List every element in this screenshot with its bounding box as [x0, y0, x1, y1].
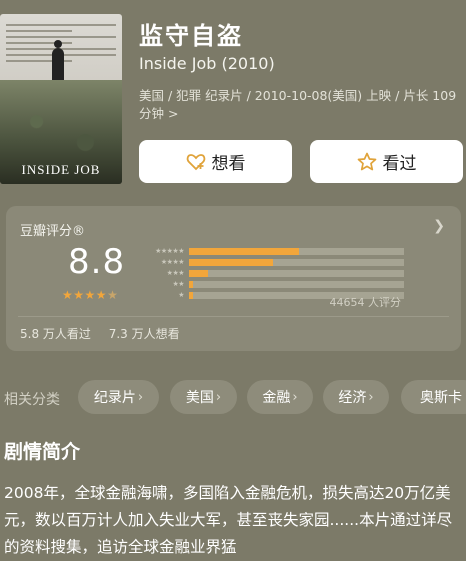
rating-row-3: ★★★ [136, 268, 404, 278]
star-outline-icon [357, 152, 377, 171]
rating-bar-fill [189, 269, 209, 277]
rating-row-4: ★★★★ [136, 257, 404, 267]
chevron-right-icon: › [137, 389, 144, 405]
watched-button[interactable]: 看过 [310, 140, 463, 183]
tag-chip-label: 纪录片 [93, 390, 136, 406]
heart-plus-icon [186, 153, 206, 171]
rating-row-stars: ★★ [172, 280, 184, 288]
rating-bar-fill [189, 247, 299, 255]
chevron-right-icon: › [215, 389, 222, 405]
rating-row-5: ★★★★★ [136, 246, 404, 256]
want-to-watch-label: 想看 [211, 154, 246, 174]
movie-title: 监守自盗 [139, 22, 243, 50]
chevron-right-icon: › [368, 389, 374, 405]
tag-chip-label: 经济 [338, 390, 367, 406]
rating-bar-fill [189, 280, 194, 288]
related-tags-label: 相关分类 [4, 392, 60, 408]
poster-title: INSIDE JOB [21, 162, 101, 177]
movie-poster[interactable]: INSIDE JOB [0, 14, 122, 184]
divider [18, 316, 449, 317]
star-icon: ★ [84, 288, 96, 302]
rating-card[interactable]: 豆瓣评分® ❯ 8.8 ★★★★★ ★★★★★ ★★★★ ★★★ ★★ ★ 44… [6, 206, 461, 351]
rating-row-2: ★★ [136, 279, 404, 289]
want-to-watch-button[interactable]: 想看 [139, 140, 292, 183]
star-icon: ★ [73, 288, 85, 302]
tag-chip-economy[interactable]: 经济 › [323, 380, 389, 414]
rating-source-label: 豆瓣评分® [20, 224, 86, 239]
poster-figure [52, 40, 64, 82]
movie-original-title: Inside Job (2010) [139, 54, 275, 73]
tag-chip-finance[interactable]: 金融 › [247, 380, 313, 414]
rating-row-stars: ★ [178, 291, 184, 299]
tag-chip-documentary[interactable]: 纪录片 › [78, 380, 159, 414]
rating-row-stars: ★★★ [166, 269, 185, 277]
chevron-right-icon[interactable]: ❯ [433, 218, 445, 234]
watched-label: 看过 [382, 154, 417, 174]
rating-row-stars: ★★★★★ [155, 247, 184, 255]
movie-meta[interactable]: 美国 / 犯罪 纪录片 / 2010-10-08(美国) 上映 / 片长 109… [139, 87, 459, 123]
chevron-right-icon: › [292, 389, 298, 405]
star-icon: ★ [62, 288, 74, 302]
rating-footer: 5.8 万人看过 7.3 万人想看 [20, 325, 194, 342]
star-icon: ★ [95, 288, 108, 302]
rating-row-stars: ★★★★ [160, 258, 185, 266]
rating-count: 44654 人评分 [329, 296, 402, 309]
tag-chip-usa[interactable]: 美国 › [170, 380, 237, 414]
rating-score: 8.8 [68, 242, 126, 282]
want-count: 7.3 万人想看 [108, 327, 180, 341]
synopsis-text: 2008年，全球金融海啸，多国陷入金融危机，损失高达20万亿美元，数以百万计人加… [4, 484, 453, 556]
tag-chip-label: 美国 [185, 390, 214, 406]
rating-bar-fill [189, 291, 194, 299]
seen-count: 5.8 万人看过 [20, 327, 91, 341]
half-star-icon: ★ [107, 288, 119, 302]
tag-chip-label: 奥斯卡 [420, 390, 462, 406]
rating-distribution: ★★★★★ ★★★★ ★★★ ★★ ★ [136, 246, 404, 301]
tag-chip-label: 金融 [262, 390, 291, 406]
synopsis-heading: 剧情简介 [4, 441, 81, 463]
tag-chip-oscar[interactable]: 奥斯卡 [401, 380, 466, 414]
rating-stars: ★★★★★ [62, 288, 118, 302]
rating-bar-fill [189, 258, 273, 266]
